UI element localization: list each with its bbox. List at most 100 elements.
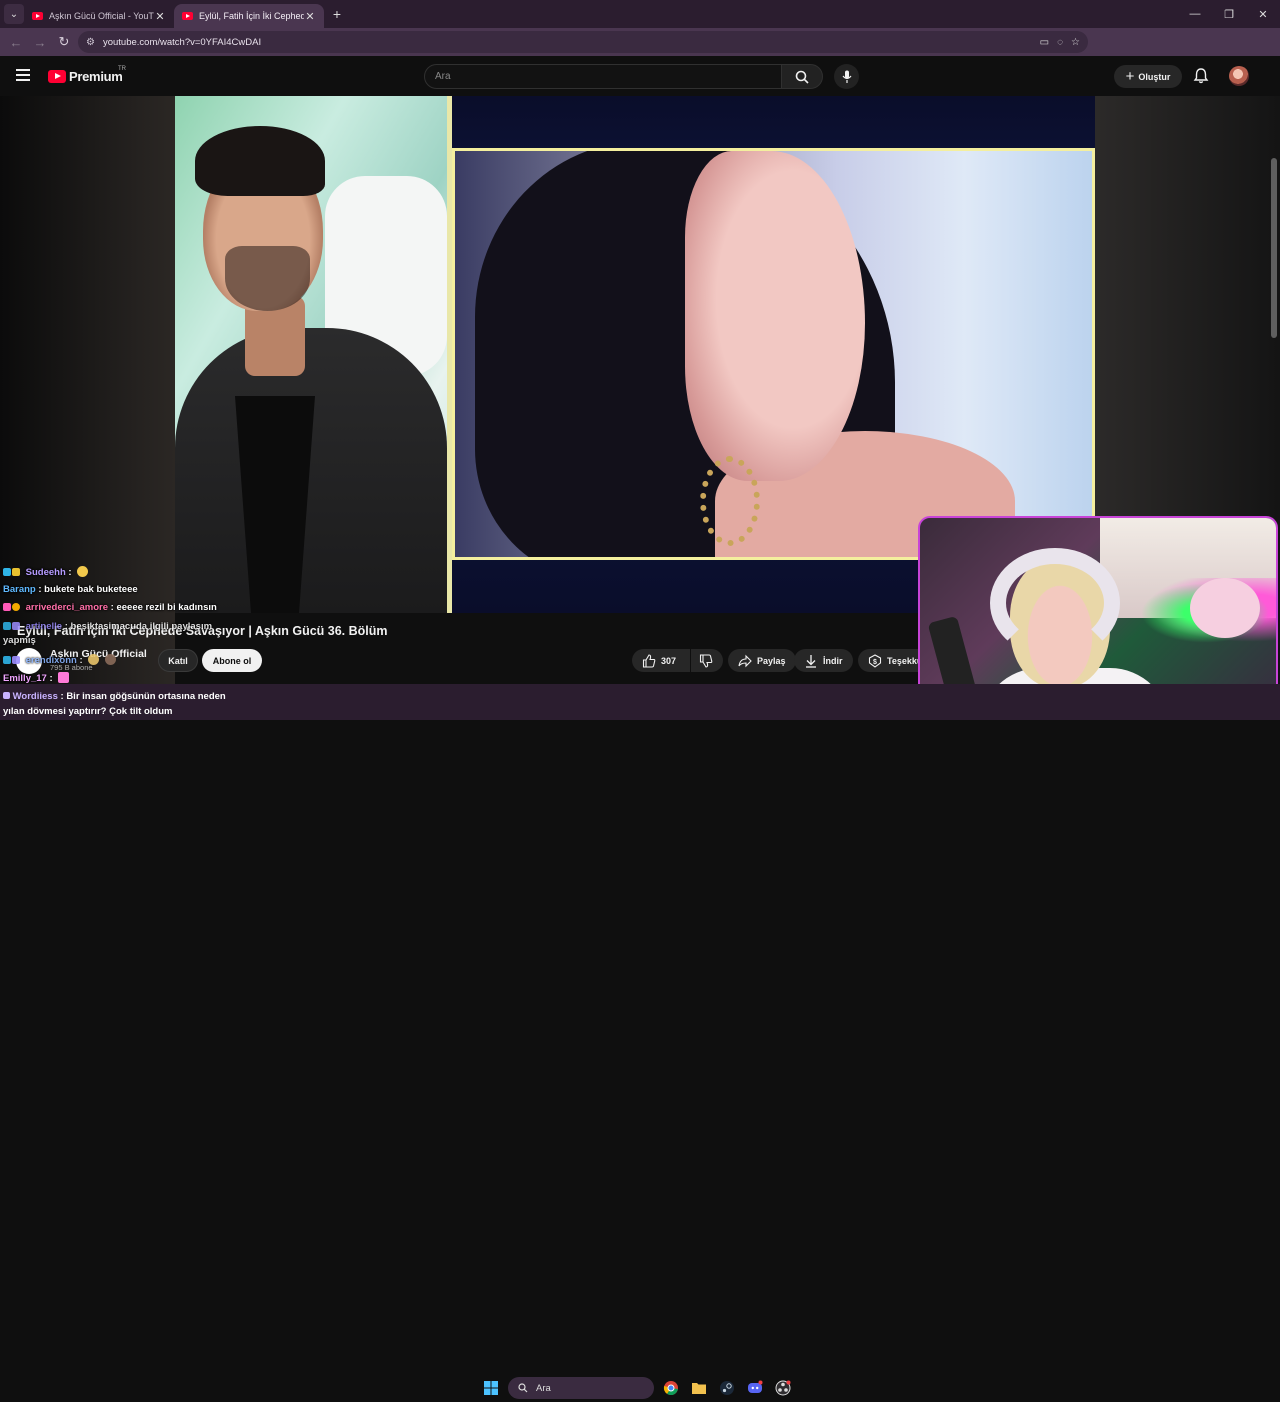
chat-badge-icon bbox=[3, 656, 11, 664]
youtube-favicon-icon bbox=[32, 12, 43, 20]
new-tab-plus-icon[interactable]: + bbox=[328, 6, 346, 22]
download-label: İndir bbox=[823, 655, 843, 666]
back-arrow-icon[interactable]: ← bbox=[4, 30, 28, 54]
woman-face bbox=[685, 151, 865, 481]
logo-text: Premium bbox=[69, 69, 123, 84]
youtube-premium-logo[interactable]: Premium TR bbox=[48, 66, 126, 84]
browser-tab-strip: ⌄ Aşkın Gücü Official - YouTube ✕ Eylül,… bbox=[0, 0, 1280, 28]
tab-eylul-fatih[interactable]: Eylül, Fatih İçin İki Cephede Savaşıyor … bbox=[174, 4, 324, 28]
join-button[interactable]: Katıl bbox=[158, 649, 198, 672]
voice-search-button[interactable] bbox=[834, 64, 859, 89]
url-text: youtube.com/watch?v=0YFAI4CwDAI bbox=[102, 36, 262, 48]
plus-icon: + bbox=[1125, 68, 1135, 85]
chrome-icon[interactable] bbox=[660, 1377, 682, 1399]
forward-arrow-icon[interactable]: → bbox=[28, 30, 52, 54]
plush-toy bbox=[1190, 578, 1260, 638]
browser-toolbar: ← → ↻ ⚙ youtube.com/watch?v=0YFAI4CwDAI … bbox=[0, 28, 1280, 77]
search-icon bbox=[795, 70, 809, 84]
create-label: Oluştur bbox=[1138, 71, 1171, 82]
file-explorer-icon[interactable] bbox=[688, 1377, 710, 1399]
man-hair bbox=[195, 126, 325, 196]
share-arrow-icon bbox=[738, 654, 752, 667]
search-input[interactable]: Ara bbox=[424, 64, 782, 89]
reload-icon[interactable]: ↻ bbox=[52, 30, 76, 54]
taskbar-search[interactable]: Ara bbox=[508, 1377, 654, 1399]
super-thanks-icon: $ bbox=[868, 653, 882, 668]
share-button[interactable]: Paylaş bbox=[728, 649, 796, 672]
man-suit bbox=[175, 328, 447, 613]
download-icon bbox=[806, 654, 816, 668]
account-avatar[interactable] bbox=[1229, 66, 1249, 86]
youtube-masthead: Premium TR Ara + Oluştur bbox=[0, 56, 1280, 96]
chat-text: : bbox=[49, 673, 53, 684]
chat-badge-icon bbox=[12, 603, 20, 611]
hamburger-menu-icon[interactable] bbox=[16, 69, 30, 81]
gold-chain-necklace bbox=[700, 456, 760, 546]
omnibox-actions: ▭ ◌ ☆ bbox=[1040, 31, 1080, 53]
chat-badge-icon bbox=[3, 692, 10, 699]
discord-icon[interactable] bbox=[744, 1377, 766, 1399]
tab-label: Eylül, Fatih İçin İki Cephede Savaşıyor bbox=[199, 11, 304, 21]
close-tab-icon[interactable]: ✕ bbox=[154, 10, 166, 23]
chat-text: : bukete bak buketeee bbox=[38, 584, 138, 595]
emote-icon bbox=[58, 672, 70, 683]
like-button[interactable]: 307 bbox=[632, 649, 690, 672]
microphone-icon bbox=[842, 70, 851, 83]
cast-icon[interactable]: ▭ bbox=[1040, 37, 1049, 48]
chat-message: Sudeehh : bbox=[3, 566, 89, 578]
search-icon bbox=[518, 1383, 528, 1393]
subscribe-button[interactable]: Abone ol bbox=[202, 649, 262, 672]
tab-label: Aşkın Gücü Official - YouTube bbox=[49, 11, 154, 21]
address-bar[interactable]: ⚙ youtube.com/watch?v=0YFAI4CwDAI ▭ ◌ ☆ bbox=[78, 31, 1088, 53]
thumbs-up-icon bbox=[642, 653, 656, 668]
dislike-button[interactable] bbox=[691, 649, 723, 672]
eye-off-icon[interactable]: ◌ bbox=[1057, 37, 1063, 48]
close-tab-icon[interactable]: ✕ bbox=[304, 10, 316, 23]
windows-taskbar: Ara bbox=[480, 1374, 810, 1402]
bookmark-star-icon[interactable]: ☆ bbox=[1071, 37, 1080, 48]
man-beard bbox=[225, 246, 310, 311]
chat-username: erendixonn bbox=[25, 655, 77, 666]
ambient-shade-left bbox=[0, 96, 175, 684]
site-info-icon[interactable]: ⚙ bbox=[86, 37, 95, 48]
chat-message: artinelle : beşiktasimacuda ilgili payla… bbox=[3, 620, 218, 648]
page-scrollbar[interactable] bbox=[1271, 158, 1277, 338]
windows-start-icon[interactable] bbox=[480, 1377, 502, 1399]
create-button[interactable]: + Oluştur bbox=[1114, 65, 1182, 88]
chat-badge-icon bbox=[3, 622, 11, 630]
youtube-favicon-icon bbox=[182, 12, 193, 20]
chat-message: erendixonn : bbox=[3, 654, 116, 666]
minimize-icon[interactable]: — bbox=[1178, 0, 1212, 28]
notifications-bell-icon[interactable] bbox=[1192, 67, 1210, 85]
steam-icon[interactable] bbox=[716, 1377, 738, 1399]
chat-badge-icon bbox=[12, 622, 20, 630]
chat-text: : bbox=[68, 567, 72, 578]
chat-message: arrivederci_amore : eeeee rezil bi kadın… bbox=[3, 602, 217, 613]
window-controls: — ❐ ✕ bbox=[1178, 0, 1280, 28]
chat-badge-icon bbox=[3, 568, 11, 576]
chat-message: Baranp : bukete bak buketeee bbox=[3, 584, 138, 595]
download-button[interactable]: İndir bbox=[794, 649, 853, 672]
share-label: Paylaş bbox=[757, 655, 786, 666]
obs-icon[interactable] bbox=[772, 1377, 794, 1399]
chat-username: Emilly_17 bbox=[3, 673, 47, 684]
chat-badge-icon bbox=[12, 568, 20, 576]
thumbs-down-icon bbox=[699, 653, 713, 668]
tab-askin-gucu-official[interactable]: Aşkın Gücü Official - YouTube ✕ bbox=[24, 4, 174, 28]
tab-search-chevron-icon[interactable]: ⌄ bbox=[4, 4, 24, 24]
chat-badge-icon bbox=[3, 603, 11, 611]
headphones bbox=[990, 548, 1120, 658]
emote-icon bbox=[88, 654, 100, 665]
region-code: TR bbox=[118, 66, 126, 72]
chat-username: Baranp bbox=[3, 584, 36, 595]
search-button[interactable] bbox=[781, 64, 823, 89]
close-window-icon[interactable]: ✕ bbox=[1246, 0, 1280, 28]
chat-text: : bbox=[79, 655, 83, 666]
restore-icon[interactable]: ❐ bbox=[1212, 0, 1246, 28]
video-left-frame bbox=[175, 96, 447, 613]
svg-text:$: $ bbox=[873, 659, 877, 666]
emote-icon bbox=[104, 654, 116, 665]
chat-username: Wordiiess bbox=[12, 691, 58, 702]
chat-username: arrivederci_amore bbox=[25, 602, 109, 613]
chat-username: artinelle bbox=[25, 621, 63, 632]
